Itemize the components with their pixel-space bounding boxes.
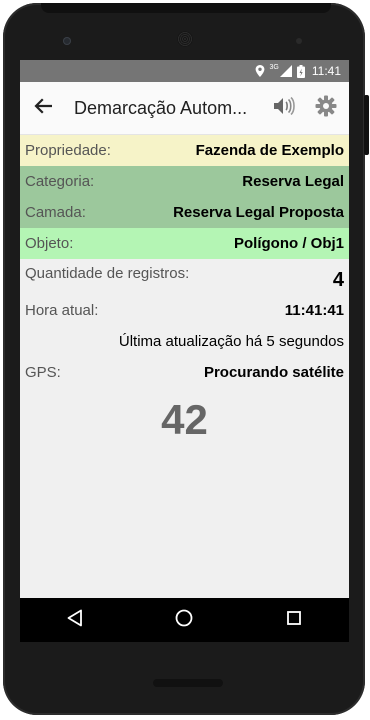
quantidade-label: Quantidade de registros: — [25, 265, 190, 282]
objeto-row: Objeto: Polígono / Obj1 — [20, 228, 349, 259]
back-arrow-icon — [34, 97, 53, 119]
signal-icon — [279, 65, 292, 77]
proximity-sensor — [296, 38, 302, 44]
gps-value: Procurando satélite — [203, 364, 344, 381]
earpiece-speaker — [177, 31, 193, 47]
objeto-value: Polígono / Obj1 — [234, 235, 344, 252]
nav-home-button[interactable] — [154, 598, 214, 642]
big-number-display: 42 — [161, 396, 208, 443]
speaker-button[interactable] — [265, 82, 303, 134]
hora-row: Hora atual: 11:41:41 — [20, 295, 349, 326]
speaker-icon — [272, 95, 296, 122]
ultima-atualizacao-text: Última atualização há 5 segundos — [118, 333, 344, 350]
page-title: Demarcação Autom... — [74, 97, 248, 118]
gear-icon — [315, 95, 337, 122]
camada-value: Reserva Legal Proposta — [173, 204, 344, 221]
settings-button[interactable] — [307, 82, 345, 134]
propriedade-value: Fazenda de Exemplo — [195, 142, 344, 159]
app-actions — [265, 82, 349, 134]
categoria-label: Categoria: — [25, 173, 95, 190]
hora-label: Hora atual: — [25, 302, 99, 319]
nav-back-button[interactable] — [45, 598, 105, 642]
propriedade-row: Propriedade: Fazenda de Exemplo — [20, 135, 349, 166]
objeto-label: Objeto: — [25, 235, 74, 252]
phone-top-edge — [41, 3, 331, 13]
back-triangle-icon — [67, 609, 83, 632]
camada-label: Camada: — [25, 204, 86, 221]
status-bar: 3G 11:41 — [20, 60, 349, 82]
back-button[interactable] — [20, 82, 66, 134]
app-bar: Demarcação Autom... — [20, 82, 349, 135]
battery-icon — [296, 64, 305, 78]
front-camera — [63, 37, 71, 45]
screen: 3G 11:41 Demarcação Autom... Propriedade… — [20, 60, 349, 640]
propriedade-label: Propriedade: — [25, 142, 111, 159]
navigation-bar — [20, 598, 349, 642]
ultima-atualizacao-row: Última atualização há 5 segundos — [20, 326, 349, 357]
nav-recents-button[interactable] — [264, 598, 324, 642]
volume-button — [364, 95, 369, 155]
camada-row: Camada: Reserva Legal Proposta — [20, 197, 349, 228]
location-icon — [255, 65, 265, 77]
categoria-row: Categoria: Reserva Legal — [20, 166, 349, 197]
network-type: 3G — [269, 63, 279, 71]
quantidade-value: 4 — [332, 269, 344, 291]
status-time: 11:41 — [311, 64, 341, 78]
gps-row: GPS: Procurando satélite — [20, 357, 349, 388]
recents-square-icon — [286, 610, 302, 631]
home-circle-icon — [175, 609, 193, 632]
categoria-value: Reserva Legal — [242, 173, 344, 190]
quantidade-row: Quantidade de registros: 4 — [20, 259, 349, 295]
hora-value: 11:41:41 — [284, 302, 344, 319]
gps-label: GPS: — [25, 364, 61, 381]
bottom-speaker — [153, 679, 223, 687]
